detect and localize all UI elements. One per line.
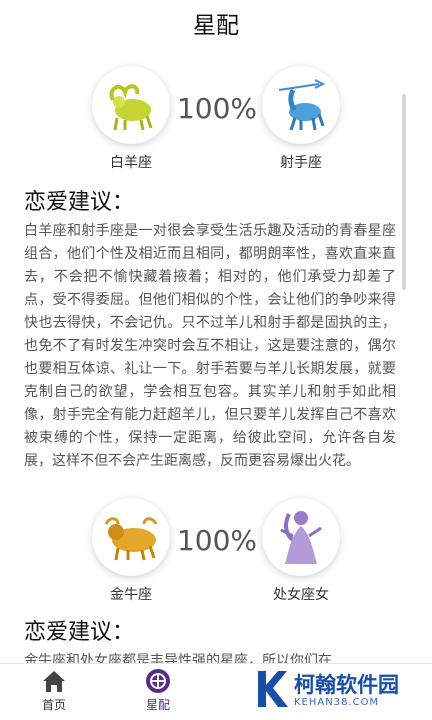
- bottom-nav: 首页 星配 柯翰软件园 KEHAN38.COM: [0, 663, 432, 720]
- taurus-icon: [92, 498, 170, 576]
- match-pair: 金牛座 100% 处女座女: [0, 498, 432, 628]
- match-scroll-area[interactable]: 白羊座 100% 射手座 恋爱建议： 白羊座和射手座是一对很会享受生活乐趣及活动…: [0, 52, 432, 664]
- aries-icon: [92, 66, 170, 144]
- match-icon: [143, 668, 173, 694]
- home-icon: [39, 668, 69, 694]
- advice-text: 白羊座和射手座是一对很会享受生活乐趣及活动的青春星座组合，他们个性及相近而且相同…: [24, 223, 396, 469]
- watermark-title: 柯翰软件园: [294, 673, 399, 697]
- match-percent: 100%: [176, 524, 258, 557]
- scrollbar[interactable]: [402, 94, 406, 290]
- sign-sagittarius[interactable]: 射手座: [256, 66, 346, 172]
- advice-title: 恋爱建议：: [24, 620, 135, 645]
- sign-name: 金牛座: [110, 587, 152, 603]
- k-logo-icon: [254, 669, 290, 713]
- sagittarius-icon: [262, 66, 340, 144]
- watermark: 柯翰软件园 KEHAN38.COM: [254, 668, 424, 714]
- sign-taurus[interactable]: 金牛座: [86, 498, 176, 604]
- nav-label: 星配: [145, 698, 170, 712]
- nav-label: 首页: [41, 698, 66, 712]
- sign-aries[interactable]: 白羊座: [86, 66, 176, 172]
- sign-name: 处女座女: [273, 587, 329, 603]
- match-percent: 100%: [176, 92, 258, 125]
- advice-title: 恋爱建议：: [24, 190, 135, 215]
- sign-name: 射手座: [280, 155, 322, 171]
- sign-name: 白羊座: [110, 155, 152, 171]
- nav-item-home[interactable]: 首页: [24, 668, 84, 713]
- match-pair: 白羊座 100% 射手座: [0, 66, 432, 196]
- virgo-icon: [262, 498, 340, 576]
- advice-text: 金牛座和处女座都是丰导性强的星座，所以你们在: [24, 653, 332, 664]
- watermark-url: KEHAN38.COM: [294, 697, 380, 708]
- sign-virgo[interactable]: 处女座女: [256, 498, 346, 604]
- nav-item-match[interactable]: 星配: [128, 668, 188, 713]
- page-title: 星配: [193, 13, 239, 39]
